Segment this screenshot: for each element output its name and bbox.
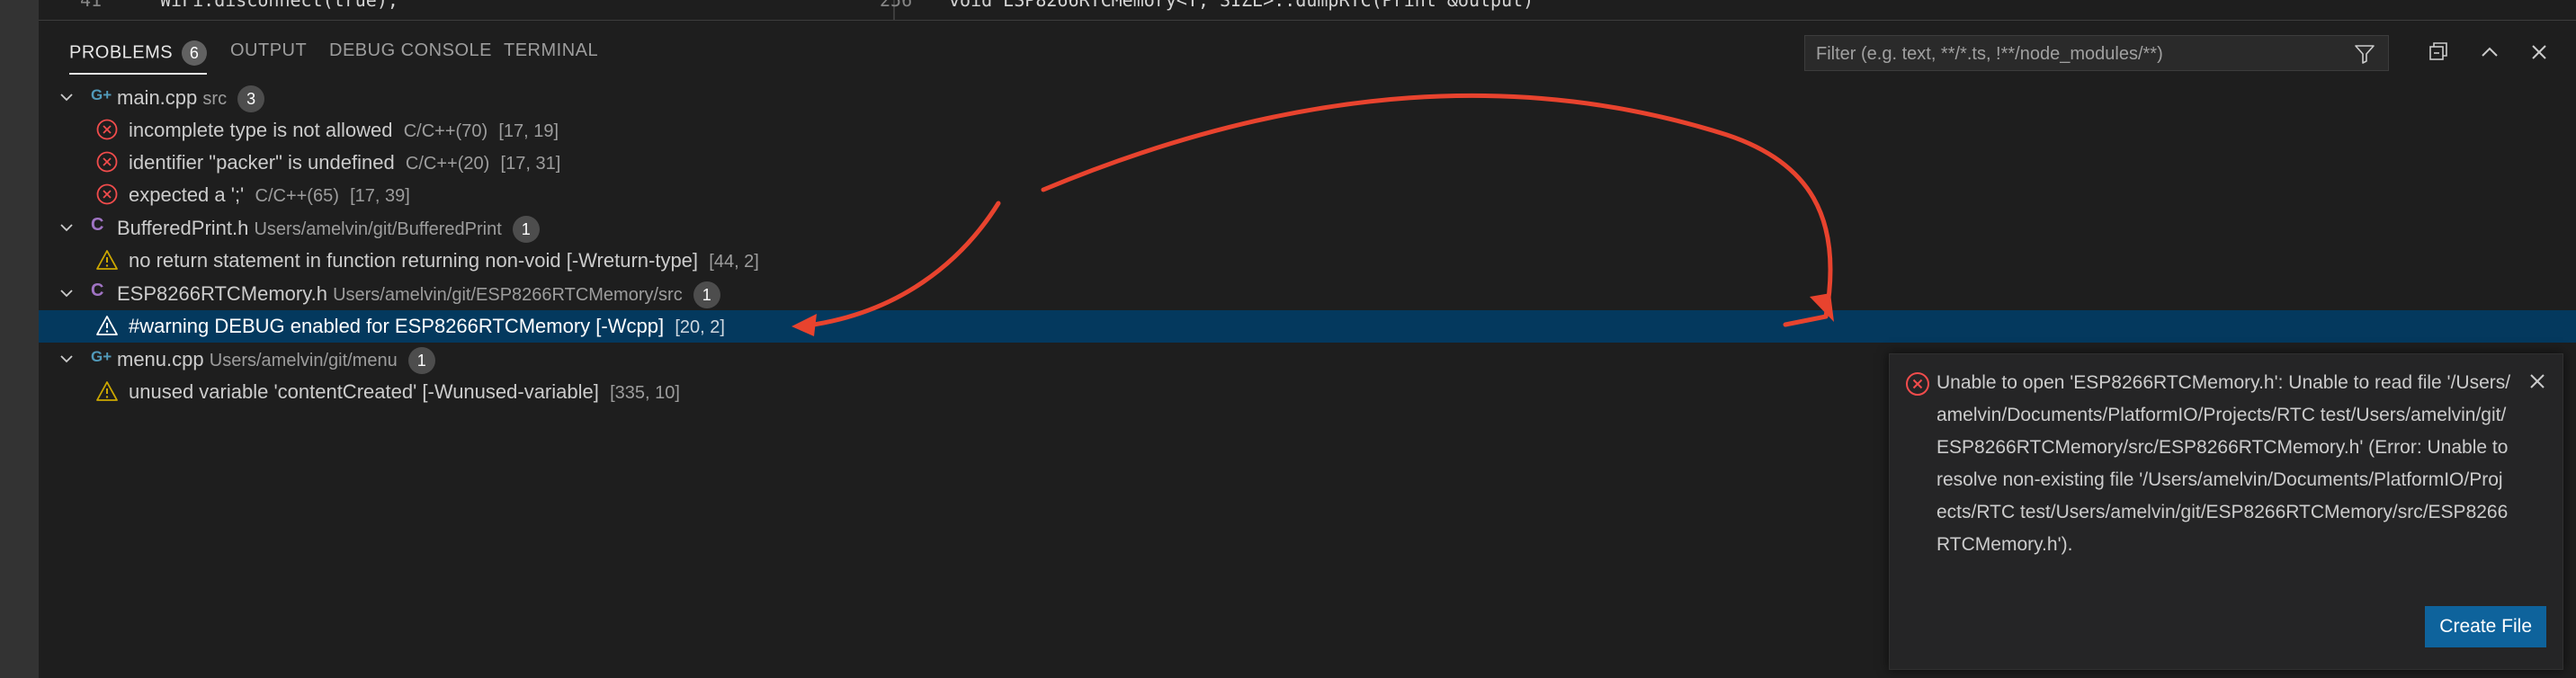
line-number: 41 <box>80 0 103 11</box>
error-icon <box>1906 372 1929 396</box>
collapse-all-icon[interactable] <box>2425 39 2452 66</box>
cpp-file-icon: G+ <box>91 348 112 365</box>
close-icon[interactable] <box>2527 370 2548 392</box>
file-path: Users/amelvin/git/menu <box>209 350 398 370</box>
file-path: src <box>202 88 228 109</box>
problem-message: expected a ';' <box>129 183 245 206</box>
problem-message: #warning DEBUG enabled for ESP8266RTCMem… <box>129 315 665 337</box>
error-icon <box>96 119 118 140</box>
error-notification: Unable to open 'ESP8266RTCMemory.h': Una… <box>1889 353 2563 670</box>
problem-code: C/C++(65) <box>255 186 339 206</box>
code-line: WiFi.disconnect(true); <box>160 0 398 11</box>
file-name: ESP8266RTCMemory.h <box>117 281 327 305</box>
problem-message: incomplete type is not allowed <box>129 119 393 141</box>
problem-position: [17, 31] <box>500 154 561 174</box>
file-row-bufferedprint-h[interactable]: C BufferedPrint.h Users/amelvin/git/Buff… <box>39 212 2576 245</box>
warning-icon <box>96 316 118 335</box>
chevron-down-icon[interactable] <box>57 283 76 303</box>
tab-problems[interactable]: PROBLEMS 6 <box>69 40 208 75</box>
problem-count-badge: 1 <box>407 347 435 374</box>
chevron-down-icon[interactable] <box>57 218 76 237</box>
filter-icon[interactable] <box>2354 43 2375 65</box>
problem-row[interactable]: identifier "packer" is undefined C/C++(2… <box>39 147 2576 179</box>
problem-row[interactable]: incomplete type is not allowed C/C++(70)… <box>39 114 2576 147</box>
problem-count-badge: 3 <box>237 85 265 112</box>
tab-terminal[interactable]: TERMINAL <box>504 40 598 61</box>
problem-row[interactable]: expected a ';' C/C++(65) [17, 39] <box>39 179 2576 211</box>
line-number: 256 <box>880 0 913 11</box>
notification-message: Unable to open 'ESP8266RTCMemory.h': Una… <box>1936 372 2511 555</box>
tab-debug-console[interactable]: DEBUG CONSOLE <box>329 40 492 61</box>
create-file-button[interactable]: Create File <box>2425 606 2546 647</box>
c-header-icon: C <box>91 215 104 235</box>
problem-code: C/C++(70) <box>403 121 488 141</box>
close-panel-icon[interactable] <box>2526 39 2553 66</box>
problem-count-badge: 1 <box>693 281 720 308</box>
problem-row[interactable]: no return statement in function returnin… <box>39 245 2576 277</box>
tab-problems-label: PROBLEMS <box>69 42 174 63</box>
problem-position: [44, 2] <box>709 252 759 272</box>
chevron-down-icon[interactable] <box>57 87 76 107</box>
problems-count-badge: 6 <box>182 40 208 66</box>
problem-position: [17, 39] <box>350 186 410 206</box>
file-name: menu.cpp <box>117 347 204 370</box>
filter-input[interactable] <box>1805 36 2357 72</box>
warning-icon <box>96 250 118 270</box>
panel-tabs: PROBLEMS 6 OUTPUT DEBUG CONSOLE TERMINAL <box>39 21 2576 82</box>
problem-count-badge: 1 <box>512 216 540 243</box>
problem-position: [17, 19] <box>498 121 559 141</box>
file-path: Users/amelvin/git/ESP8266RTCMemory/src <box>333 284 683 305</box>
code-line: void ESP8266RTCMemory<T, SIZE>::dumpRTC(… <box>949 0 1534 11</box>
file-name: main.cpp <box>117 85 198 109</box>
file-path: Users/amelvin/git/BufferedPrint <box>254 219 502 239</box>
problem-row-selected[interactable]: #warning DEBUG enabled for ESP8266RTCMem… <box>39 310 2576 343</box>
problem-position: [20, 2] <box>675 317 725 337</box>
c-header-icon: C <box>91 281 104 300</box>
file-name: BufferedPrint.h <box>117 216 249 239</box>
chevron-down-icon[interactable] <box>57 349 76 369</box>
problem-position: [335, 10] <box>610 383 680 403</box>
cpp-file-icon: G+ <box>91 86 112 103</box>
file-row-main-cpp[interactable]: G+ main.cpp src 3 <box>39 82 2576 114</box>
problem-code: C/C++(20) <box>405 154 490 174</box>
problem-message: identifier "packer" is undefined <box>129 151 395 174</box>
maximize-panel-icon[interactable] <box>2476 39 2503 66</box>
tab-output[interactable]: OUTPUT <box>230 40 307 61</box>
warning-icon <box>96 381 118 401</box>
activity-bar <box>0 0 39 678</box>
problem-message: unused variable 'contentCreated' [-Wunus… <box>129 380 599 403</box>
filter-box <box>1804 35 2389 72</box>
problem-message: no return statement in function returnin… <box>129 249 699 272</box>
error-icon <box>96 151 118 173</box>
editor-strip: 41 WiFi.disconnect(true); 256 void ESP82… <box>39 0 2576 20</box>
file-row-esp8266rtcmemory-h[interactable]: C ESP8266RTCMemory.h Users/amelvin/git/E… <box>39 278 2576 310</box>
error-icon <box>96 183 118 205</box>
